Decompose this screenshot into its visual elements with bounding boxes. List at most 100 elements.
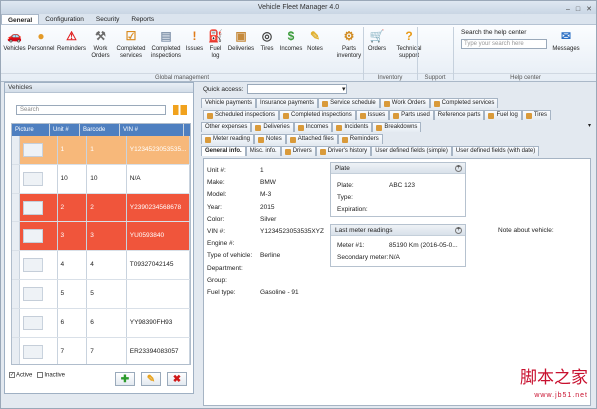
plate-expiration-label: Expiration: [337, 206, 368, 213]
help-search-input[interactable]: Type your search here [461, 39, 547, 49]
incomes-button[interactable]: $ Incomes [278, 25, 304, 53]
tab-incidents[interactable]: Incidents [332, 122, 373, 132]
field-label: Fuel type: [207, 289, 236, 296]
vin-cell: T09327042145 [127, 251, 190, 279]
tab-work-orders[interactable]: Work Orders [379, 98, 430, 108]
tab-driver-s-history[interactable]: Driver's history [315, 146, 372, 156]
personnel-button[interactable]: ● Personnel [27, 25, 55, 53]
table-row[interactable]: 6 6 YY98390FH93 [12, 308, 190, 338]
tab-insurance-payments[interactable]: Insurance payments [256, 98, 319, 108]
tab-label: Notes [266, 136, 282, 142]
watermark: 脚本之家 www.jb51.net [520, 370, 588, 404]
maximize-button[interactable]: □ [576, 3, 580, 16]
tab-completed-services[interactable]: Completed services [429, 98, 499, 108]
tab-service-schedule[interactable]: Service schedule [318, 98, 380, 108]
tab-drivers[interactable]: Drivers [280, 146, 316, 156]
field-value: Gasoline - 91 [260, 289, 299, 296]
notes-button[interactable]: ✎ Notes [305, 25, 325, 53]
col-picture[interactable]: Picture [12, 124, 50, 136]
tab-meter-reading[interactable]: Meter reading [201, 134, 255, 144]
col-vin[interactable]: VIN # [120, 124, 184, 136]
tab-misc-info-[interactable]: Misc. info. [245, 146, 281, 156]
tab-breakdowns[interactable]: Breakdowns [372, 122, 422, 132]
unit-cell: 7 [58, 337, 88, 364]
menu-reports[interactable]: Reports [125, 14, 160, 24]
tab-vehicle-payments[interactable]: Vehicle payments [201, 98, 257, 108]
table-row[interactable]: 7 7 ER23394083057 [12, 337, 190, 364]
table-row[interactable]: 2 2 Y2390234568678 [12, 193, 190, 223]
details-area: Quick access: Vehicle payments Insurance … [199, 82, 595, 407]
tab-incomes[interactable]: Incomes [293, 122, 333, 132]
tab-user-defined-fields-simple-[interactable]: User defined fields (simple) [371, 146, 452, 156]
tab-completed-inspections[interactable]: Completed inspections [279, 110, 356, 120]
ribbon-label: Orders [367, 46, 387, 52]
col-barcode[interactable]: Barcode [80, 124, 120, 136]
tab-fuel-log[interactable]: Fuel log [484, 110, 522, 120]
picture-cell [20, 193, 58, 222]
field-label: Year: [207, 203, 222, 211]
tires-button[interactable]: ◎ Tires [257, 25, 277, 53]
plate-value: ABC 123 [389, 182, 416, 189]
delete-button[interactable]: ✖ [167, 372, 187, 386]
completed-services-button[interactable]: ☑ Completed services [114, 25, 148, 60]
tab-reminders[interactable]: Reminders [337, 134, 383, 144]
table-row[interactable]: 1 1 Y1234523053535... [12, 136, 190, 165]
plate-expand-icon[interactable]: + [455, 165, 462, 172]
tab-reference-parts[interactable]: Reference parts [433, 110, 485, 120]
edit-button[interactable]: ✎ [141, 372, 161, 386]
vehicles-panel: Vehicles Search Picture Unit # Barcode V… [4, 82, 194, 394]
completed-inspections-button[interactable]: ▤ Completed inspections [149, 25, 183, 60]
inactive-checkbox[interactable]: Inactive [37, 372, 65, 379]
col-unit[interactable]: Unit # [50, 124, 80, 136]
deliveries-button[interactable]: ▣ Deliveries [226, 25, 256, 53]
tab-scheduled-inspections[interactable]: Scheduled inspections [203, 110, 280, 120]
row-selector [12, 222, 20, 251]
orders-button[interactable]: 🛒 Orders [365, 25, 389, 53]
fuel-log-button[interactable]: ⛽ Fuel log [206, 25, 225, 60]
help-search-label: Search the help center [461, 29, 527, 36]
messages-button[interactable]: ✉ Messages [552, 25, 579, 53]
tab-attached-files[interactable]: Attached files [285, 134, 338, 144]
barcode-cell: 10 [87, 164, 127, 193]
issues-button[interactable]: ! Issues [184, 25, 205, 53]
view-toggle-icon[interactable] [173, 105, 187, 115]
tab-parts-used[interactable]: Parts used [389, 110, 434, 120]
tab-tires[interactable]: Tires [521, 110, 551, 120]
menu-configuration[interactable]: Configuration [39, 14, 90, 24]
quick-access-select[interactable] [247, 84, 348, 94]
field-label: VIN #: [207, 228, 226, 235]
minimize-button[interactable]: – [566, 3, 570, 16]
menu-security[interactable]: Security [90, 14, 125, 24]
grid-header: Picture Unit # Barcode VIN # [12, 124, 190, 136]
tab-other-expenses[interactable]: Other expenses [201, 122, 252, 132]
menu-general[interactable]: General [1, 14, 40, 24]
add-button[interactable]: ✚ [115, 372, 135, 386]
tab-general-info-[interactable]: General info. [201, 146, 246, 156]
parts-inventory-button[interactable]: ⚙ Parts inventory [334, 25, 364, 60]
tab-deliveries[interactable]: Deliveries [251, 122, 294, 132]
tab-icon [207, 112, 213, 119]
picture-cell [20, 164, 58, 193]
table-row[interactable]: 3 3 YU0593840 [12, 222, 190, 252]
reminders-button[interactable]: ⚠ Reminders [56, 25, 87, 53]
active-checkbox[interactable]: ✓ Active [9, 372, 32, 379]
tab-icon [525, 112, 532, 119]
work-orders-button[interactable]: ⚒ Work Orders [88, 25, 113, 60]
tabs-scroll-icon[interactable]: ▾ [588, 122, 591, 129]
tab-user-defined-fields-with-date-[interactable]: User defined fields (with date) [451, 146, 540, 156]
table-row[interactable]: 10 10 N/A [12, 164, 190, 194]
note-label: Note about vehicle: [498, 227, 554, 234]
picture-cell [20, 251, 58, 279]
tab-label: Attached files [297, 136, 334, 142]
meter-expand-icon[interactable]: + [455, 227, 462, 234]
technical-support-button[interactable]: ? Technical support [394, 25, 424, 60]
table-row[interactable]: 55 [12, 279, 190, 309]
table-row[interactable]: 4 4 T09327042145 [12, 251, 190, 280]
vehicles-button[interactable]: 🚗 Vehicles [3, 25, 26, 53]
row-selector [12, 279, 20, 308]
window-title: Vehicle Fleet Manager 4.0 [257, 4, 340, 11]
vehicle-search-input[interactable]: Search [16, 105, 166, 115]
close-window-button[interactable]: ✕ [586, 3, 592, 16]
tab-issues[interactable]: Issues [355, 110, 390, 120]
tab-notes[interactable]: Notes [254, 134, 286, 144]
